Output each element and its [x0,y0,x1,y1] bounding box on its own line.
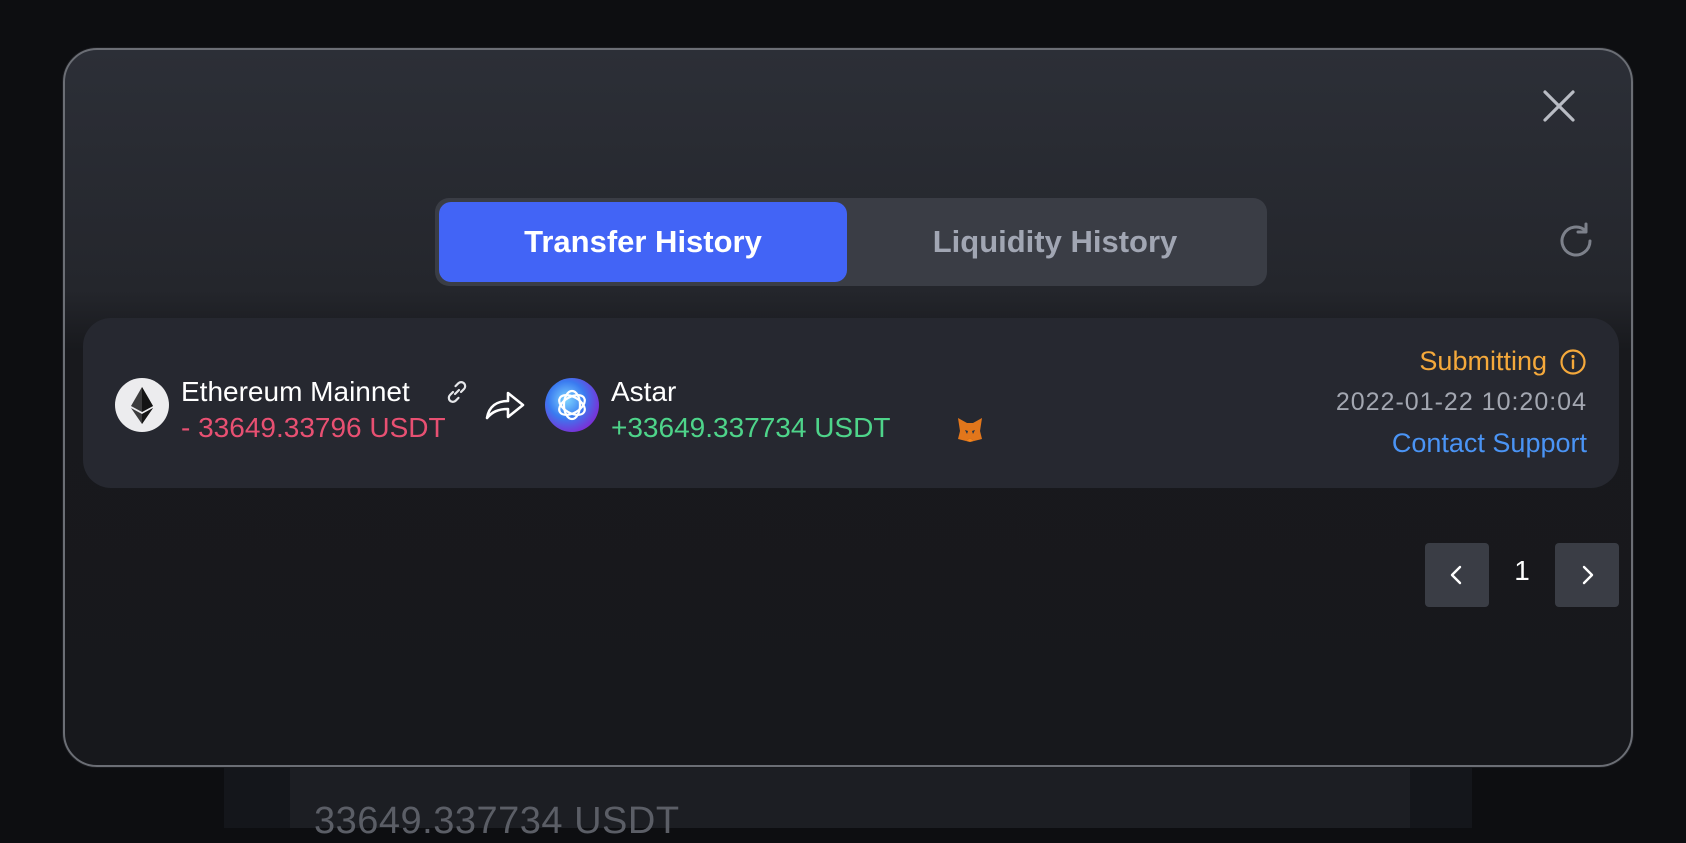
close-icon [1543,90,1575,122]
info-icon[interactable] [1559,348,1587,376]
to-amount: +33649.337734 USDT [611,412,891,443]
status-badge: Submitting [1419,346,1587,377]
refresh-icon [1560,222,1592,257]
history-tabs: Transfer History Liquidity History [435,198,1267,286]
share-arrow-icon [483,384,527,428]
astar-icon [545,378,599,432]
metamask-fox-icon[interactable] [955,414,985,444]
status-text: Submitting [1419,346,1547,376]
tab-transfer-history[interactable]: Transfer History [439,202,847,282]
from-chain-name: Ethereum Mainnet [181,376,410,407]
transfer-timestamp: 2022-01-22 10:20:04 [1335,388,1587,416]
history-modal: Transfer History Liquidity History Ether… [63,48,1633,767]
previous-page-button[interactable] [1425,543,1489,607]
close-button[interactable] [1539,86,1579,126]
transfer-row: Ethereum Mainnet - 33649.33796 USDT Asta… [83,318,1619,488]
chevron-right-icon [1582,565,1594,585]
chevron-left-icon [1450,565,1462,585]
from-amount: - 33649.33796 USDT [181,412,446,443]
ethereum-icon [115,378,169,432]
link-icon[interactable] [443,378,471,406]
contact-support-link[interactable]: Contact Support [1392,428,1587,459]
to-chain-name: Astar [611,376,677,407]
background-amount: 33649.337734 USDT [314,800,680,842]
current-page: 1 [1514,555,1530,586]
refresh-button[interactable] [1555,220,1597,262]
next-page-button[interactable] [1555,543,1619,607]
tab-liquidity-history[interactable]: Liquidity History [847,202,1263,282]
